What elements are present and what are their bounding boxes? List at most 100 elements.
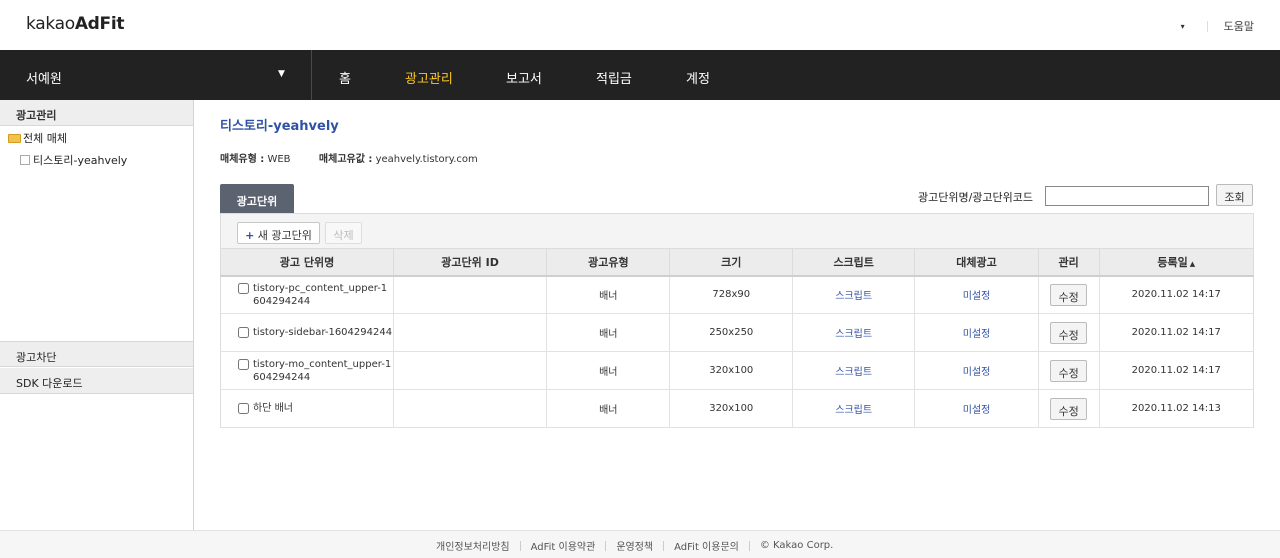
script-link[interactable]: 스크립트 xyxy=(835,291,872,302)
search-label: 광고단위명/광고단위코드 xyxy=(918,191,1034,204)
delete-button[interactable]: 삭제 xyxy=(325,222,362,244)
unit-name: tistory-sidebar-1604294244 xyxy=(253,327,393,338)
reg-date-cell: 2020.11.02 14:17 xyxy=(1099,351,1255,390)
column-header-size: 크기 xyxy=(669,248,794,277)
folder-open-icon xyxy=(8,133,21,143)
script-link[interactable]: 스크립트 xyxy=(835,329,872,340)
kakao-adfit-logo[interactable]: kakaoAdFit xyxy=(26,14,125,34)
nav-credits[interactable]: 적립금 xyxy=(596,68,632,87)
unit-id-cell xyxy=(393,313,548,352)
footer-link-privacy[interactable]: 개인정보처리방침 xyxy=(436,538,510,553)
row-checkbox[interactable] xyxy=(238,327,249,338)
script-link[interactable]: 스크립트 xyxy=(835,405,872,416)
tab-ad-units[interactable]: 광고단위 xyxy=(220,184,294,213)
script-cell: 스크립트 xyxy=(792,313,916,352)
media-id-value: yeahvely.tistory.com xyxy=(375,154,478,165)
table-row: 하단 배너 배너 320x100 스크립트 미설정 수정 2020.11.02 … xyxy=(220,389,1255,428)
column-header-unit-name: 광고 단위명 xyxy=(220,248,394,277)
row-checkbox[interactable] xyxy=(238,403,249,414)
nav-account[interactable]: 계정 xyxy=(686,68,710,87)
table-toolbar: + 새 광고단위 삭제 xyxy=(220,213,1254,248)
nav-home[interactable]: 홈 xyxy=(339,68,351,87)
edit-button[interactable]: 수정 xyxy=(1050,397,1088,420)
fallback-link[interactable]: 미설정 xyxy=(963,329,991,340)
reg-date-cell: 2020.11.02 14:17 xyxy=(1099,313,1255,352)
script-cell: 스크립트 xyxy=(792,275,916,314)
sidebar-section-ad-block[interactable]: 광고차단 xyxy=(0,341,193,367)
new-ad-unit-label: 새 광고단위 xyxy=(257,229,312,242)
column-header-script: 스크립트 xyxy=(792,248,916,277)
logo-prefix: kakao xyxy=(26,14,75,34)
plus-icon: + xyxy=(245,229,255,242)
new-ad-unit-button[interactable]: + 새 광고단위 xyxy=(237,222,320,244)
unit-name: tistory-mo_content_upper-1604294244 xyxy=(253,358,392,383)
edit-button[interactable]: 수정 xyxy=(1050,283,1088,306)
footer-link-inquiry[interactable]: AdFit 이용문의 xyxy=(674,538,739,553)
media-type-label: 매체유형 : xyxy=(220,154,265,165)
manage-cell: 수정 xyxy=(1038,351,1100,390)
column-header-manage: 관리 xyxy=(1037,248,1100,277)
top-right-menu: ▾ 도움말 xyxy=(1181,18,1254,34)
sidebar: 광고관리 전체 매체 티스토리-yeahvely 광고차단 SDK 다운로드 xyxy=(0,100,194,530)
tree-item-label: 전체 매체 xyxy=(23,132,67,145)
media-type-value: WEB xyxy=(267,154,291,165)
column-header-fallback: 대체광고 xyxy=(914,248,1039,277)
ad-units-table: 광고 단위명 광고단위 ID 광고유형 크기 스크립트 대체광고 관리 등록일 ▲… xyxy=(220,248,1255,428)
unit-id-cell xyxy=(393,275,548,314)
sidebar-section-ad-management[interactable]: 광고관리 xyxy=(0,100,193,126)
unit-name: tistory-pc_content_upper-1604294244 xyxy=(253,282,388,307)
footer-links: 개인정보처리방침 AdFit 이용약관 운영정책 AdFit 이용문의 © Ka… xyxy=(436,538,833,553)
media-id-label: 매체고유값 : xyxy=(318,154,373,165)
footer: 개인정보처리방침 AdFit 이용약관 운영정책 AdFit 이용문의 © Ka… xyxy=(0,530,1280,558)
fallback-cell: 미설정 xyxy=(914,275,1039,314)
divider xyxy=(663,540,665,551)
footer-copyright: © Kakao Corp. xyxy=(759,540,834,551)
ad-type-cell: 배너 xyxy=(546,389,671,428)
footer-link-terms[interactable]: AdFit 이용약관 xyxy=(531,538,596,553)
column-header-reg-date[interactable]: 등록일 ▲ xyxy=(1098,248,1255,277)
table-row: tistory-mo_content_upper-1604294244 배너 3… xyxy=(220,351,1255,390)
tree-item-all-media[interactable]: 전체 매체 xyxy=(8,130,67,146)
fallback-link[interactable]: 미설정 xyxy=(963,291,991,302)
help-link[interactable]: 도움말 xyxy=(1224,18,1254,34)
nav-ad-management[interactable]: 광고관리 xyxy=(405,68,453,87)
unit-name-cell: tistory-sidebar-1604294244 xyxy=(220,313,394,352)
unit-name-cell: tistory-mo_content_upper-1604294244 xyxy=(220,351,394,390)
fallback-cell: 미설정 xyxy=(914,389,1039,428)
site-selector[interactable]: 서예원 ▼ xyxy=(0,50,312,100)
unit-id-cell xyxy=(393,389,548,428)
search-input[interactable] xyxy=(1045,186,1209,206)
tree-item-tistory[interactable]: 티스토리-yeahvely xyxy=(20,152,127,168)
ad-type-cell: 배너 xyxy=(546,313,671,352)
unit-name-cell: tistory-pc_content_upper-1604294244 xyxy=(220,275,394,314)
manage-cell: 수정 xyxy=(1038,313,1100,352)
media-info: 매체유형 : WEB 매체고유값 : yeahvely.tistory.com xyxy=(220,150,478,165)
tree-item-label: 티스토리-yeahvely xyxy=(33,154,128,167)
divider xyxy=(605,540,607,551)
search-button[interactable]: 조회 xyxy=(1216,184,1253,206)
sidebar-section-sdk-download[interactable]: SDK 다운로드 xyxy=(0,368,193,394)
chevron-down-icon: ▼ xyxy=(278,69,285,79)
row-checkbox[interactable] xyxy=(238,358,249,370)
fallback-link[interactable]: 미설정 xyxy=(963,367,991,378)
fallback-link[interactable]: 미설정 xyxy=(963,405,991,416)
account-dropdown-icon[interactable]: ▾ xyxy=(1181,22,1185,31)
script-cell: 스크립트 xyxy=(792,351,916,390)
logo-brand: AdFit xyxy=(74,14,125,34)
main-navbar: 서예원 ▼ 홈 광고관리 보고서 적립금 계정 xyxy=(0,50,1280,100)
column-header-unit-id: 광고단위 ID xyxy=(392,248,548,277)
manage-cell: 수정 xyxy=(1038,275,1100,314)
nav-reports[interactable]: 보고서 xyxy=(506,68,542,87)
unit-id-cell xyxy=(393,351,548,390)
script-link[interactable]: 스크립트 xyxy=(835,367,872,378)
main-content: 티스토리-yeahvely 매체유형 : WEB 매체고유값 : yeahvel… xyxy=(194,100,1280,530)
edit-button[interactable]: 수정 xyxy=(1050,321,1088,344)
script-cell: 스크립트 xyxy=(792,389,916,428)
sort-ascending-icon: ▲ xyxy=(1189,259,1196,268)
row-checkbox[interactable] xyxy=(238,282,249,294)
edit-button[interactable]: 수정 xyxy=(1050,359,1088,382)
footer-link-policy[interactable]: 운영정책 xyxy=(616,538,653,553)
table-header-row: 광고 단위명 광고단위 ID 광고유형 크기 스크립트 대체광고 관리 등록일 ▲ xyxy=(220,248,1255,277)
column-header-ad-type: 광고유형 xyxy=(546,248,671,277)
ad-type-cell: 배너 xyxy=(546,275,671,314)
